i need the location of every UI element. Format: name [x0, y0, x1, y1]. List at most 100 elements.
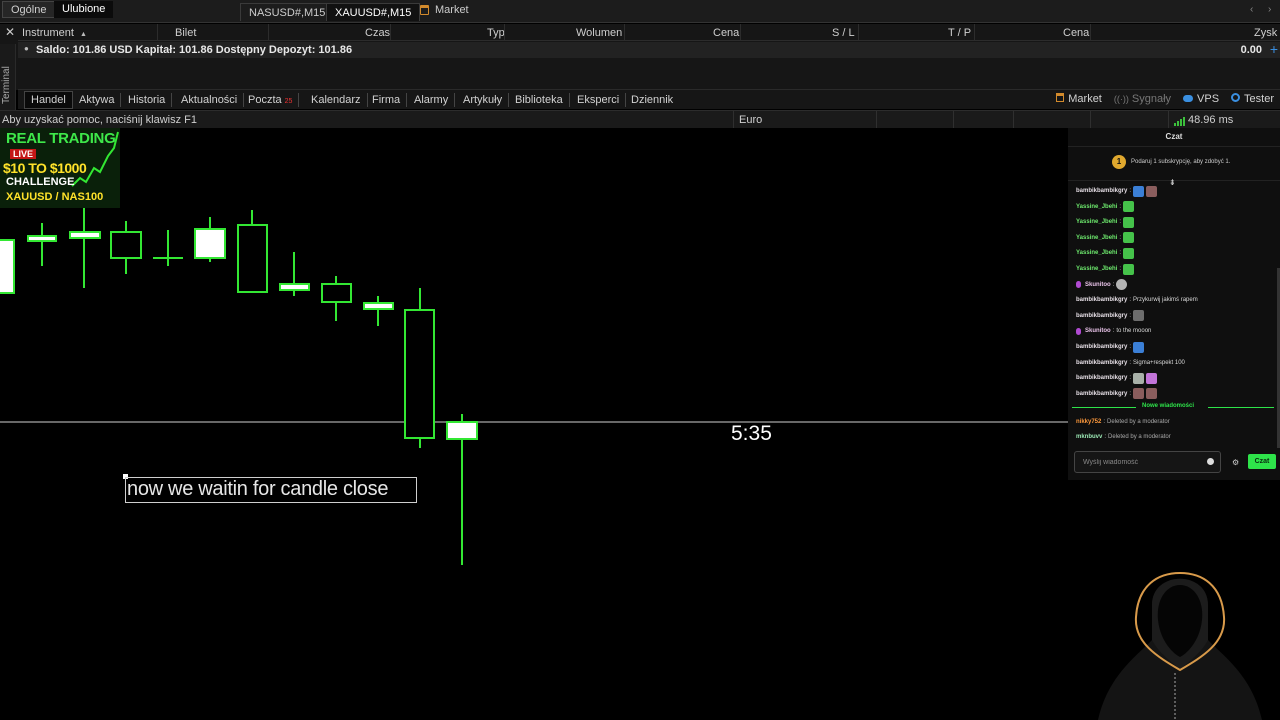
- price-chart[interactable]: 5:35 now we waitin for candle close: [0, 128, 1068, 720]
- moderator-badge-icon: [1076, 327, 1081, 335]
- signals-link[interactable]: ((·)) Sygnały: [1114, 93, 1171, 105]
- candle: [363, 302, 394, 310]
- col-separator: [268, 24, 269, 41]
- chat-username[interactable]: bambikbambikgry: [1076, 313, 1127, 319]
- tab-library[interactable]: Biblioteka: [509, 93, 570, 107]
- status-separator: [1090, 111, 1091, 129]
- connection-bars-icon: [1174, 117, 1185, 126]
- cloud-icon: [1183, 95, 1194, 102]
- colon: :: [1119, 203, 1122, 210]
- col-profit[interactable]: Zysk: [1254, 27, 1277, 39]
- tab-journal[interactable]: Dziennik: [625, 93, 679, 107]
- status-separator: [1013, 111, 1014, 129]
- chat-username[interactable]: Yassine_Jbehi: [1076, 219, 1117, 225]
- col-separator: [157, 24, 158, 41]
- chat-input-box[interactable]: [1074, 451, 1221, 473]
- candle: [237, 224, 268, 293]
- chat-username[interactable]: mknbuvv: [1076, 434, 1102, 440]
- market-tab[interactable]: Market: [420, 4, 469, 16]
- emote-icon: [1116, 279, 1128, 291]
- colon: :: [1119, 266, 1122, 272]
- market-bag-icon: [1056, 93, 1065, 102]
- col-time[interactable]: Czas: [365, 27, 390, 39]
- profit-total: 0.00: [1240, 44, 1262, 56]
- chat-username[interactable]: bambikbambikgry: [1076, 391, 1127, 397]
- chat-username[interactable]: bambikbambikgry: [1076, 297, 1127, 303]
- chat-username[interactable]: Skunitoo: [1085, 282, 1111, 288]
- terminal-side-tab[interactable]: Terminal: [0, 44, 16, 110]
- col-take-profit[interactable]: T / P: [948, 27, 971, 39]
- col-type[interactable]: Typ: [487, 27, 505, 39]
- chat-message-input[interactable]: [1075, 452, 1205, 472]
- ping-value[interactable]: 48.96 ms: [1188, 114, 1233, 126]
- chat-username[interactable]: Skunitoo: [1085, 328, 1111, 334]
- candle: [110, 231, 142, 259]
- webcam-feed: [1068, 545, 1280, 720]
- col-volume[interactable]: Wolumen: [576, 27, 622, 39]
- tab-calendar[interactable]: Kalendarz: [305, 93, 368, 107]
- add-position-icon[interactable]: +: [1270, 41, 1278, 57]
- chart-tab-nasusd[interactable]: NASUSD#,M15: [240, 3, 335, 21]
- tab-experts[interactable]: Eksperci: [571, 93, 627, 107]
- emote-icon: [1123, 247, 1135, 259]
- col-stop-loss[interactable]: S / L: [832, 27, 855, 39]
- tab-news[interactable]: Aktualności: [175, 93, 245, 107]
- tab-trade[interactable]: Handel: [24, 91, 73, 109]
- scroll-down-icon[interactable]: ⇟: [1169, 178, 1176, 187]
- tab-mailbox[interactable]: Poczta 25: [242, 93, 300, 107]
- profile-name[interactable]: Euro: [739, 114, 762, 126]
- emoji-icon[interactable]: [1207, 458, 1214, 465]
- chat-username[interactable]: Yassine_Jbehi: [1076, 266, 1117, 272]
- chat-username[interactable]: bambikbambikgry: [1076, 344, 1127, 350]
- chart-tab-xauusd[interactable]: XAUUSD#,M15: [326, 3, 421, 21]
- col-current-price[interactable]: Cena: [1063, 27, 1089, 39]
- scroll-right-icon[interactable]: ›: [1268, 4, 1271, 15]
- candle: [446, 421, 478, 440]
- row-bullet-icon: ●: [24, 44, 29, 53]
- col-open-price[interactable]: Cena: [713, 27, 739, 39]
- positions-table-header: Instrument ▲ Bilet Czas Typ Wolumen Cena …: [18, 24, 1280, 41]
- tab-favorites[interactable]: Ulubione: [54, 1, 114, 18]
- tab-history[interactable]: Historia: [122, 93, 173, 107]
- scroll-left-icon[interactable]: ‹: [1250, 4, 1253, 15]
- tab-company[interactable]: Firma: [366, 93, 408, 107]
- chat-username[interactable]: Yassine_Jbehi: [1076, 235, 1117, 241]
- chat-username[interactable]: Yassine_Jbehi: [1076, 204, 1117, 210]
- gift-sub-prompt[interactable]: 1 Podaruj 1 subskrypcję, aby zdobyć 1.: [1112, 155, 1230, 169]
- candlestick-chart[interactable]: [0, 128, 1068, 720]
- divider: [1068, 146, 1280, 147]
- chat-message: nikky752: Deleted by a moderator: [1076, 419, 1170, 425]
- gear-icon[interactable]: ⚙: [1232, 458, 1239, 467]
- tab-alerts[interactable]: Alarmy: [408, 93, 456, 107]
- balance-row[interactable]: ● Saldo: 101.86 USD Kapitał: 101.86 Dost…: [18, 41, 1280, 58]
- chart-text-note[interactable]: now we waitin for candle close: [125, 477, 417, 503]
- tester-link[interactable]: Tester: [1231, 93, 1274, 105]
- colon: :: [1119, 234, 1122, 241]
- chat-username[interactable]: Yassine_Jbehi: [1076, 250, 1117, 256]
- chat-username[interactable]: bambikbambikgry: [1076, 188, 1127, 194]
- col-ticket[interactable]: Bilet: [175, 27, 196, 39]
- tab-general[interactable]: Ogólne: [2, 1, 56, 18]
- chat-username[interactable]: bambikbambikgry: [1076, 375, 1127, 381]
- tab-mailbox-label: Poczta: [248, 94, 282, 106]
- send-chat-button[interactable]: Czat: [1248, 454, 1276, 469]
- live-badge: LIVE: [10, 149, 37, 159]
- tab-assets[interactable]: Aktywa: [73, 93, 122, 107]
- vps-link[interactable]: VPS: [1183, 93, 1219, 105]
- col-instrument[interactable]: Instrument ▲: [22, 27, 87, 39]
- colon: :: [1112, 281, 1115, 288]
- chat-message: bambikbambikgry: Sigma+respekt 100: [1076, 356, 1185, 370]
- emote-icon: [1133, 341, 1145, 353]
- chat-message: Skunitoo: to the mooon: [1076, 324, 1151, 338]
- terminal-panel: ✕ Instrument ▲ Bilet Czas Typ Wolumen Cen…: [0, 24, 1280, 90]
- close-terminal-icon[interactable]: ✕: [5, 25, 15, 39]
- tab-articles[interactable]: Artykuły: [457, 93, 510, 107]
- chat-username[interactable]: bambikbambikgry: [1076, 360, 1127, 366]
- col-separator: [624, 24, 625, 41]
- market-link[interactable]: Market: [1056, 93, 1102, 105]
- chat-username[interactable]: nikky752: [1076, 419, 1101, 425]
- chat-text: to the mooon: [1116, 328, 1152, 335]
- emote-icon: [1123, 263, 1135, 275]
- new-messages-divider: Nowe wiadomości: [1072, 403, 1276, 412]
- emote-icon: [1133, 388, 1145, 400]
